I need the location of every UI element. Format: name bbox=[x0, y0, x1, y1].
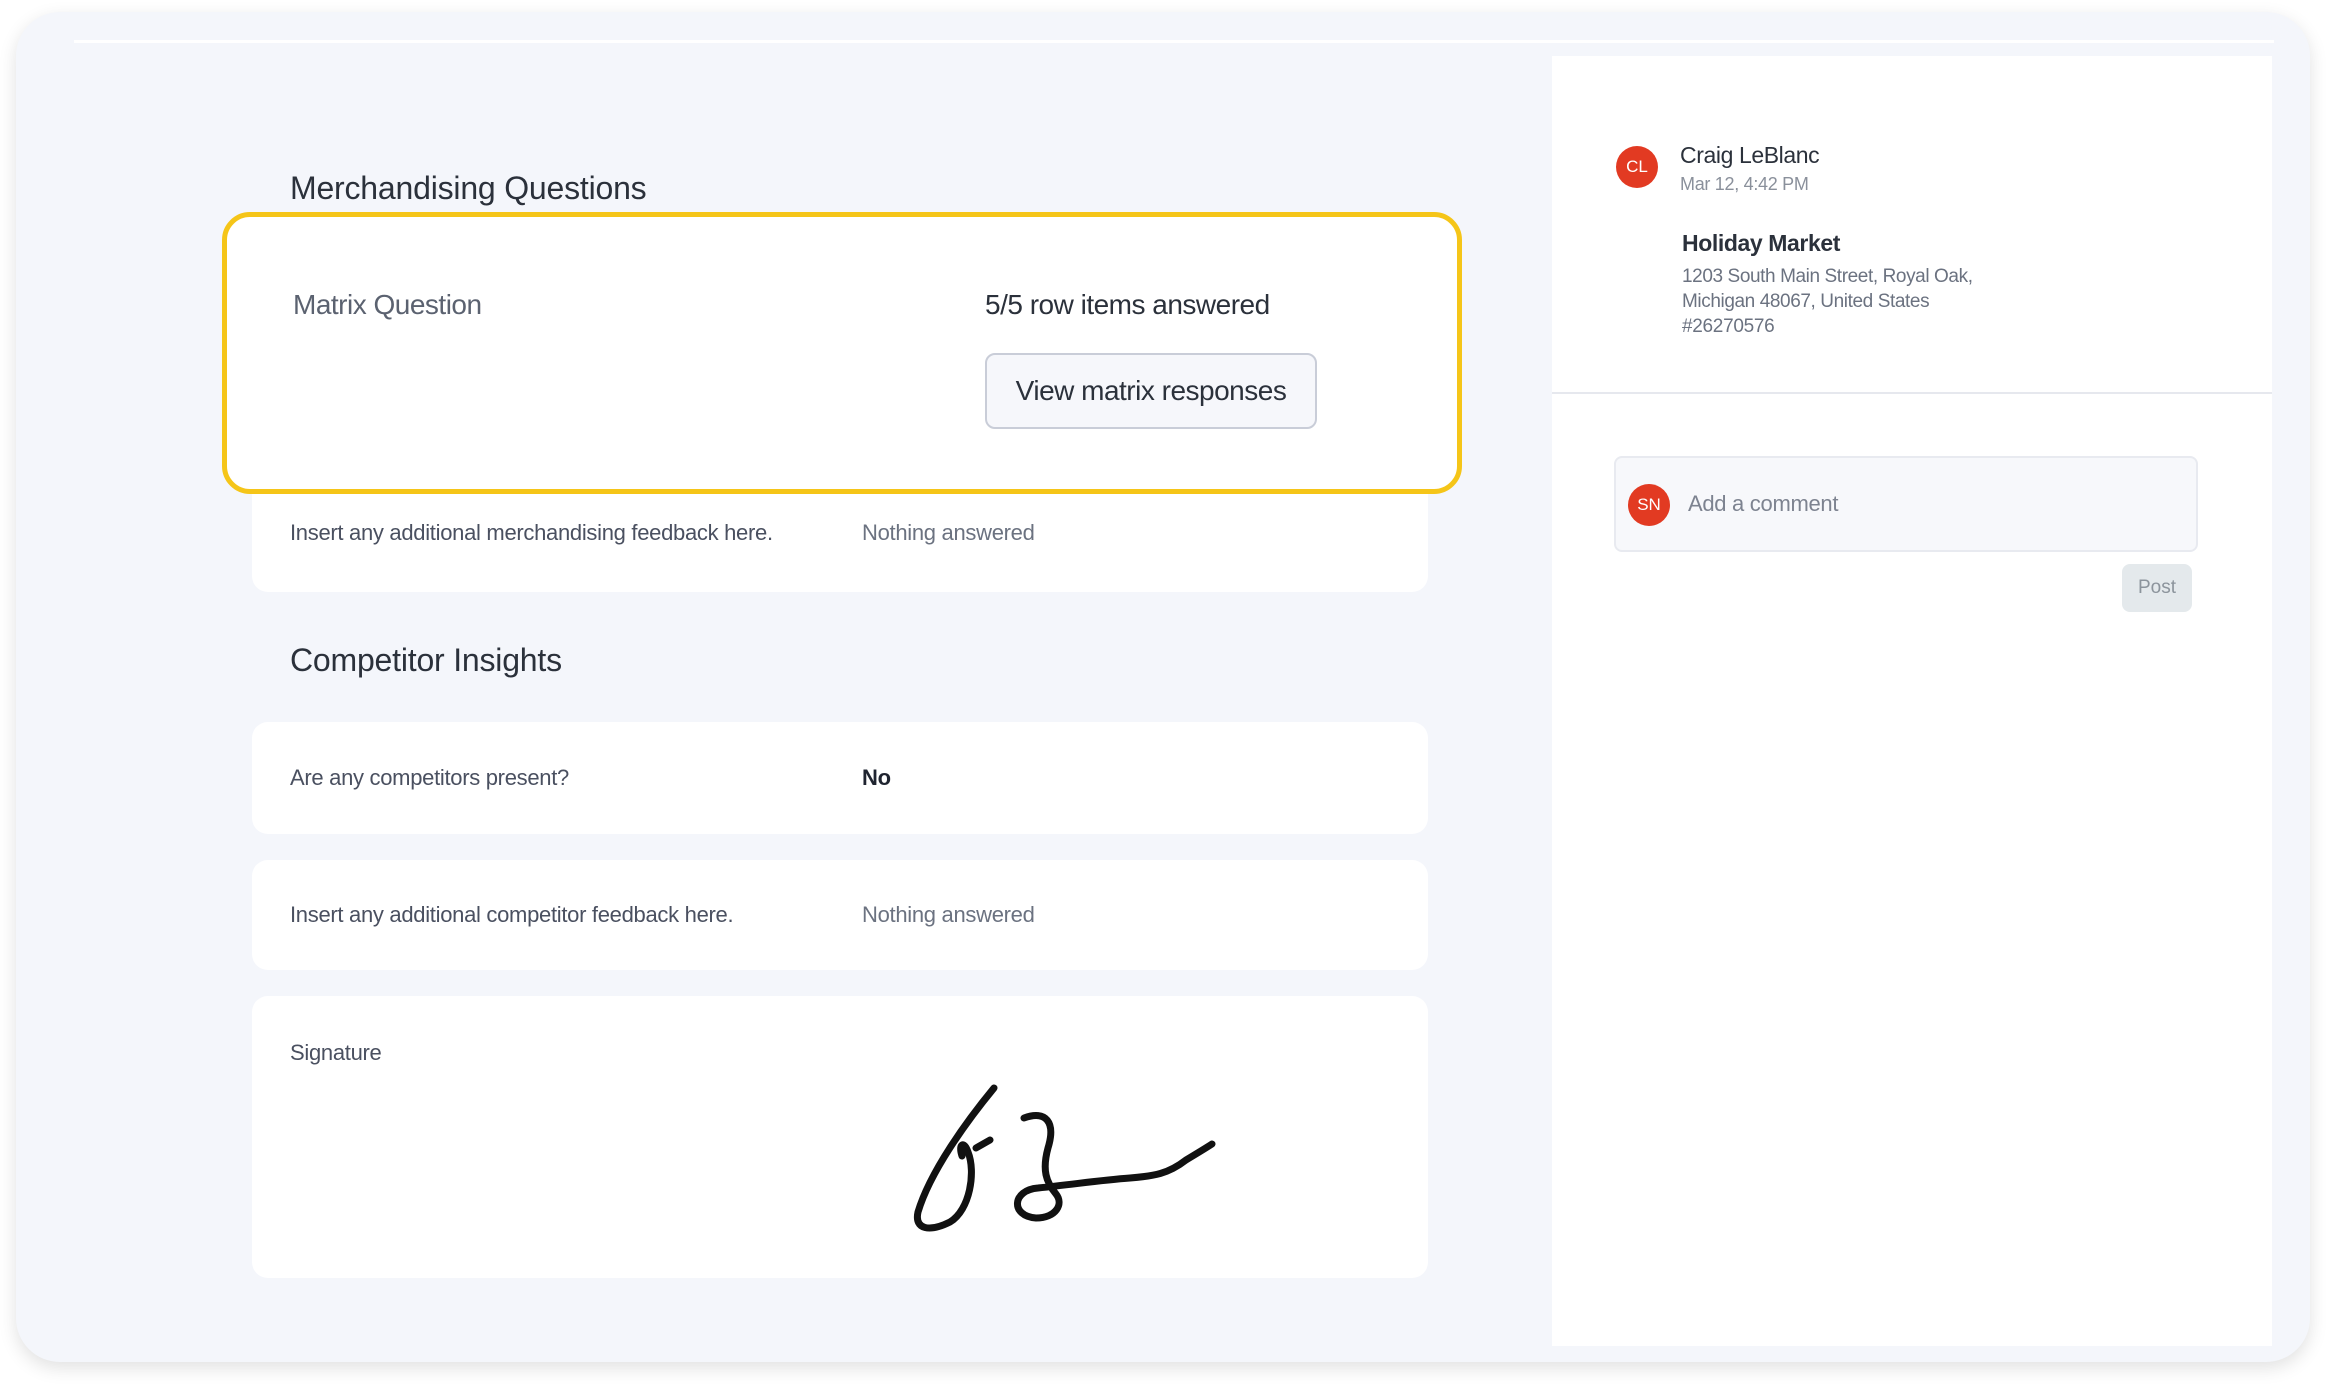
competitor-feedback-value: Nothing answered bbox=[862, 902, 1035, 927]
post-comment-button[interactable]: Post bbox=[2122, 564, 2192, 612]
activity-sidebar: CL Craig LeBlanc Mar 12, 4:42 PM Holiday… bbox=[1552, 56, 2272, 1346]
store-address: 1203 South Main Street, Royal Oak, Michi… bbox=[1682, 264, 2102, 314]
sidebar-divider bbox=[1552, 392, 2272, 394]
report-main: Merchandising Questions Insert any addit… bbox=[16, 12, 1516, 1362]
store-address-line2: Michigan 48067, United States bbox=[1682, 291, 1930, 312]
app-frame: Merchandising Questions Insert any addit… bbox=[16, 12, 2310, 1362]
view-matrix-responses-button[interactable]: View matrix responses bbox=[985, 353, 1317, 429]
matrix-answered-count: 5/5 row items answered bbox=[985, 289, 1270, 320]
commenter-avatar: SN bbox=[1628, 484, 1670, 526]
store-address-line1: 1203 South Main Street, Royal Oak, bbox=[1682, 266, 1973, 287]
merchandising-feedback-value: Nothing answered bbox=[862, 520, 1035, 545]
matrix-question-card: Matrix Question 5/5 row items answered V… bbox=[237, 225, 1447, 471]
merchandising-feedback-label: Insert any additional merchandising feed… bbox=[290, 520, 773, 545]
competitor-feedback-label: Insert any additional competitor feedbac… bbox=[290, 902, 734, 927]
comment-box: SN bbox=[1614, 456, 2198, 552]
comment-input[interactable] bbox=[1688, 486, 2168, 522]
matrix-question-label: Matrix Question bbox=[293, 289, 482, 320]
signature-label: Signature bbox=[290, 1040, 382, 1065]
competitor-feedback-card: Insert any additional competitor feedbac… bbox=[252, 860, 1428, 970]
competitor-section-title: Competitor Insights bbox=[290, 642, 562, 678]
signature-image bbox=[913, 1084, 1216, 1232]
store-id: #26270576 bbox=[1682, 316, 1775, 337]
competitors-present-label: Are any competitors present? bbox=[290, 765, 569, 790]
submission-time: Mar 12, 4:42 PM bbox=[1680, 174, 1809, 194]
matrix-question-highlight: Matrix Question 5/5 row items answered V… bbox=[222, 212, 1462, 494]
store-name: Holiday Market bbox=[1682, 230, 1841, 256]
merchandising-section-title: Merchandising Questions bbox=[290, 170, 647, 206]
competitors-present-card: Are any competitors present? No bbox=[252, 722, 1428, 834]
competitors-present-value: No bbox=[862, 765, 891, 790]
author-avatar: CL bbox=[1616, 146, 1658, 188]
author-name: Craig LeBlanc bbox=[1680, 142, 1820, 168]
